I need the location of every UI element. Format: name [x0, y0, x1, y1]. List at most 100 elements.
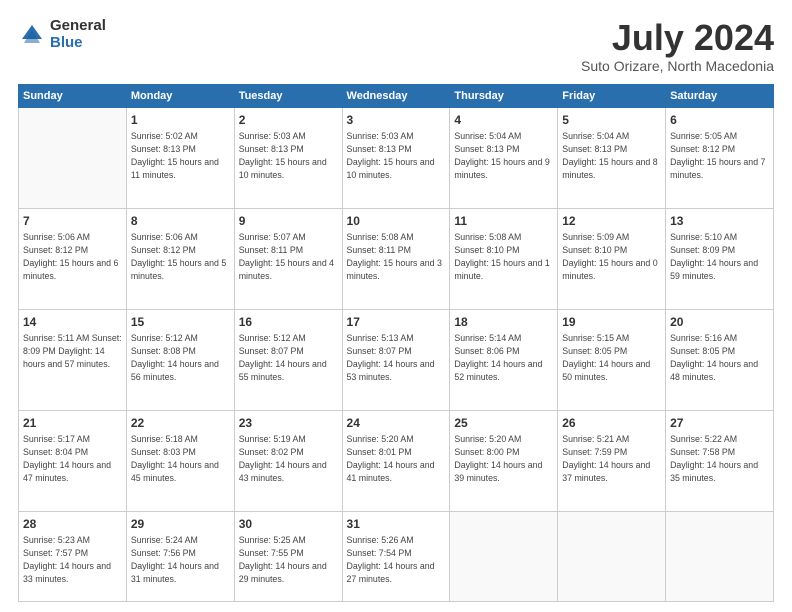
day-info: Sunrise: 5:20 AM Sunset: 8:00 PM Dayligh…	[454, 433, 553, 484]
day-info: Sunrise: 5:12 AM Sunset: 8:07 PM Dayligh…	[239, 332, 338, 383]
table-row	[666, 511, 774, 601]
day-number: 11	[454, 213, 553, 230]
table-row: 24Sunrise: 5:20 AM Sunset: 8:01 PM Dayli…	[342, 410, 450, 511]
subtitle: Suto Orizare, North Macedonia	[581, 58, 774, 74]
table-row: 10Sunrise: 5:08 AM Sunset: 8:11 PM Dayli…	[342, 208, 450, 309]
table-row: 11Sunrise: 5:08 AM Sunset: 8:10 PM Dayli…	[450, 208, 558, 309]
table-row: 1Sunrise: 5:02 AM Sunset: 8:13 PM Daylig…	[126, 107, 234, 208]
logo: General Blue	[18, 18, 106, 51]
day-number: 9	[239, 213, 338, 230]
day-number: 8	[131, 213, 230, 230]
page: General Blue July 2024 Suto Orizare, Nor…	[0, 0, 792, 612]
day-number: 30	[239, 516, 338, 533]
day-number: 17	[347, 314, 446, 331]
day-info: Sunrise: 5:14 AM Sunset: 8:06 PM Dayligh…	[454, 332, 553, 383]
table-row: 25Sunrise: 5:20 AM Sunset: 8:00 PM Dayli…	[450, 410, 558, 511]
day-info: Sunrise: 5:10 AM Sunset: 8:09 PM Dayligh…	[670, 231, 769, 282]
day-info: Sunrise: 5:13 AM Sunset: 8:07 PM Dayligh…	[347, 332, 446, 383]
day-number: 31	[347, 516, 446, 533]
day-number: 15	[131, 314, 230, 331]
day-info: Sunrise: 5:03 AM Sunset: 8:13 PM Dayligh…	[239, 130, 338, 181]
table-row: 4Sunrise: 5:04 AM Sunset: 8:13 PM Daylig…	[450, 107, 558, 208]
day-number: 29	[131, 516, 230, 533]
table-row: 22Sunrise: 5:18 AM Sunset: 8:03 PM Dayli…	[126, 410, 234, 511]
day-info: Sunrise: 5:19 AM Sunset: 8:02 PM Dayligh…	[239, 433, 338, 484]
day-number: 26	[562, 415, 661, 432]
day-number: 4	[454, 112, 553, 129]
table-row: 9Sunrise: 5:07 AM Sunset: 8:11 PM Daylig…	[234, 208, 342, 309]
day-info: Sunrise: 5:05 AM Sunset: 8:12 PM Dayligh…	[670, 130, 769, 181]
day-info: Sunrise: 5:06 AM Sunset: 8:12 PM Dayligh…	[23, 231, 122, 282]
calendar-table: Sunday Monday Tuesday Wednesday Thursday…	[18, 84, 774, 602]
day-info: Sunrise: 5:07 AM Sunset: 8:11 PM Dayligh…	[239, 231, 338, 282]
table-row: 17Sunrise: 5:13 AM Sunset: 8:07 PM Dayli…	[342, 309, 450, 410]
table-row: 27Sunrise: 5:22 AM Sunset: 7:58 PM Dayli…	[666, 410, 774, 511]
day-number: 20	[670, 314, 769, 331]
table-row: 3Sunrise: 5:03 AM Sunset: 8:13 PM Daylig…	[342, 107, 450, 208]
table-row: 18Sunrise: 5:14 AM Sunset: 8:06 PM Dayli…	[450, 309, 558, 410]
day-info: Sunrise: 5:08 AM Sunset: 8:10 PM Dayligh…	[454, 231, 553, 282]
day-number: 19	[562, 314, 661, 331]
day-number: 3	[347, 112, 446, 129]
table-row: 29Sunrise: 5:24 AM Sunset: 7:56 PM Dayli…	[126, 511, 234, 601]
day-info: Sunrise: 5:25 AM Sunset: 7:55 PM Dayligh…	[239, 534, 338, 585]
table-row	[450, 511, 558, 601]
col-thursday: Thursday	[450, 84, 558, 107]
col-friday: Friday	[558, 84, 666, 107]
table-row: 20Sunrise: 5:16 AM Sunset: 8:05 PM Dayli…	[666, 309, 774, 410]
table-row	[19, 107, 127, 208]
table-row: 26Sunrise: 5:21 AM Sunset: 7:59 PM Dayli…	[558, 410, 666, 511]
day-number: 18	[454, 314, 553, 331]
month-title: July 2024	[581, 18, 774, 58]
day-info: Sunrise: 5:11 AM Sunset: 8:09 PM Dayligh…	[23, 332, 122, 370]
logo-blue-label: Blue	[50, 35, 106, 52]
day-number: 28	[23, 516, 122, 533]
table-row: 14Sunrise: 5:11 AM Sunset: 8:09 PM Dayli…	[19, 309, 127, 410]
table-row: 15Sunrise: 5:12 AM Sunset: 8:08 PM Dayli…	[126, 309, 234, 410]
day-number: 25	[454, 415, 553, 432]
day-info: Sunrise: 5:15 AM Sunset: 8:05 PM Dayligh…	[562, 332, 661, 383]
table-row: 13Sunrise: 5:10 AM Sunset: 8:09 PM Dayli…	[666, 208, 774, 309]
day-info: Sunrise: 5:08 AM Sunset: 8:11 PM Dayligh…	[347, 231, 446, 282]
table-row: 19Sunrise: 5:15 AM Sunset: 8:05 PM Dayli…	[558, 309, 666, 410]
day-info: Sunrise: 5:09 AM Sunset: 8:10 PM Dayligh…	[562, 231, 661, 282]
col-tuesday: Tuesday	[234, 84, 342, 107]
col-monday: Monday	[126, 84, 234, 107]
logo-general-label: General	[50, 18, 106, 35]
day-info: Sunrise: 5:18 AM Sunset: 8:03 PM Dayligh…	[131, 433, 230, 484]
day-info: Sunrise: 5:24 AM Sunset: 7:56 PM Dayligh…	[131, 534, 230, 585]
table-row	[558, 511, 666, 601]
calendar-header-row: Sunday Monday Tuesday Wednesday Thursday…	[19, 84, 774, 107]
day-info: Sunrise: 5:23 AM Sunset: 7:57 PM Dayligh…	[23, 534, 122, 585]
day-number: 24	[347, 415, 446, 432]
table-row: 31Sunrise: 5:26 AM Sunset: 7:54 PM Dayli…	[342, 511, 450, 601]
table-row: 6Sunrise: 5:05 AM Sunset: 8:12 PM Daylig…	[666, 107, 774, 208]
day-number: 12	[562, 213, 661, 230]
day-number: 2	[239, 112, 338, 129]
table-row: 5Sunrise: 5:04 AM Sunset: 8:13 PM Daylig…	[558, 107, 666, 208]
day-info: Sunrise: 5:04 AM Sunset: 8:13 PM Dayligh…	[562, 130, 661, 181]
day-info: Sunrise: 5:17 AM Sunset: 8:04 PM Dayligh…	[23, 433, 122, 484]
day-number: 1	[131, 112, 230, 129]
day-info: Sunrise: 5:16 AM Sunset: 8:05 PM Dayligh…	[670, 332, 769, 383]
day-number: 21	[23, 415, 122, 432]
table-row: 21Sunrise: 5:17 AM Sunset: 8:04 PM Dayli…	[19, 410, 127, 511]
col-sunday: Sunday	[19, 84, 127, 107]
table-row: 12Sunrise: 5:09 AM Sunset: 8:10 PM Dayli…	[558, 208, 666, 309]
day-number: 22	[131, 415, 230, 432]
logo-text: General Blue	[50, 18, 106, 51]
day-info: Sunrise: 5:20 AM Sunset: 8:01 PM Dayligh…	[347, 433, 446, 484]
day-number: 5	[562, 112, 661, 129]
day-info: Sunrise: 5:12 AM Sunset: 8:08 PM Dayligh…	[131, 332, 230, 383]
table-row: 7Sunrise: 5:06 AM Sunset: 8:12 PM Daylig…	[19, 208, 127, 309]
day-info: Sunrise: 5:26 AM Sunset: 7:54 PM Dayligh…	[347, 534, 446, 585]
title-block: July 2024 Suto Orizare, North Macedonia	[581, 18, 774, 74]
col-wednesday: Wednesday	[342, 84, 450, 107]
table-row: 23Sunrise: 5:19 AM Sunset: 8:02 PM Dayli…	[234, 410, 342, 511]
day-number: 14	[23, 314, 122, 331]
day-number: 6	[670, 112, 769, 129]
table-row: 8Sunrise: 5:06 AM Sunset: 8:12 PM Daylig…	[126, 208, 234, 309]
day-number: 23	[239, 415, 338, 432]
table-row: 30Sunrise: 5:25 AM Sunset: 7:55 PM Dayli…	[234, 511, 342, 601]
day-info: Sunrise: 5:04 AM Sunset: 8:13 PM Dayligh…	[454, 130, 553, 181]
